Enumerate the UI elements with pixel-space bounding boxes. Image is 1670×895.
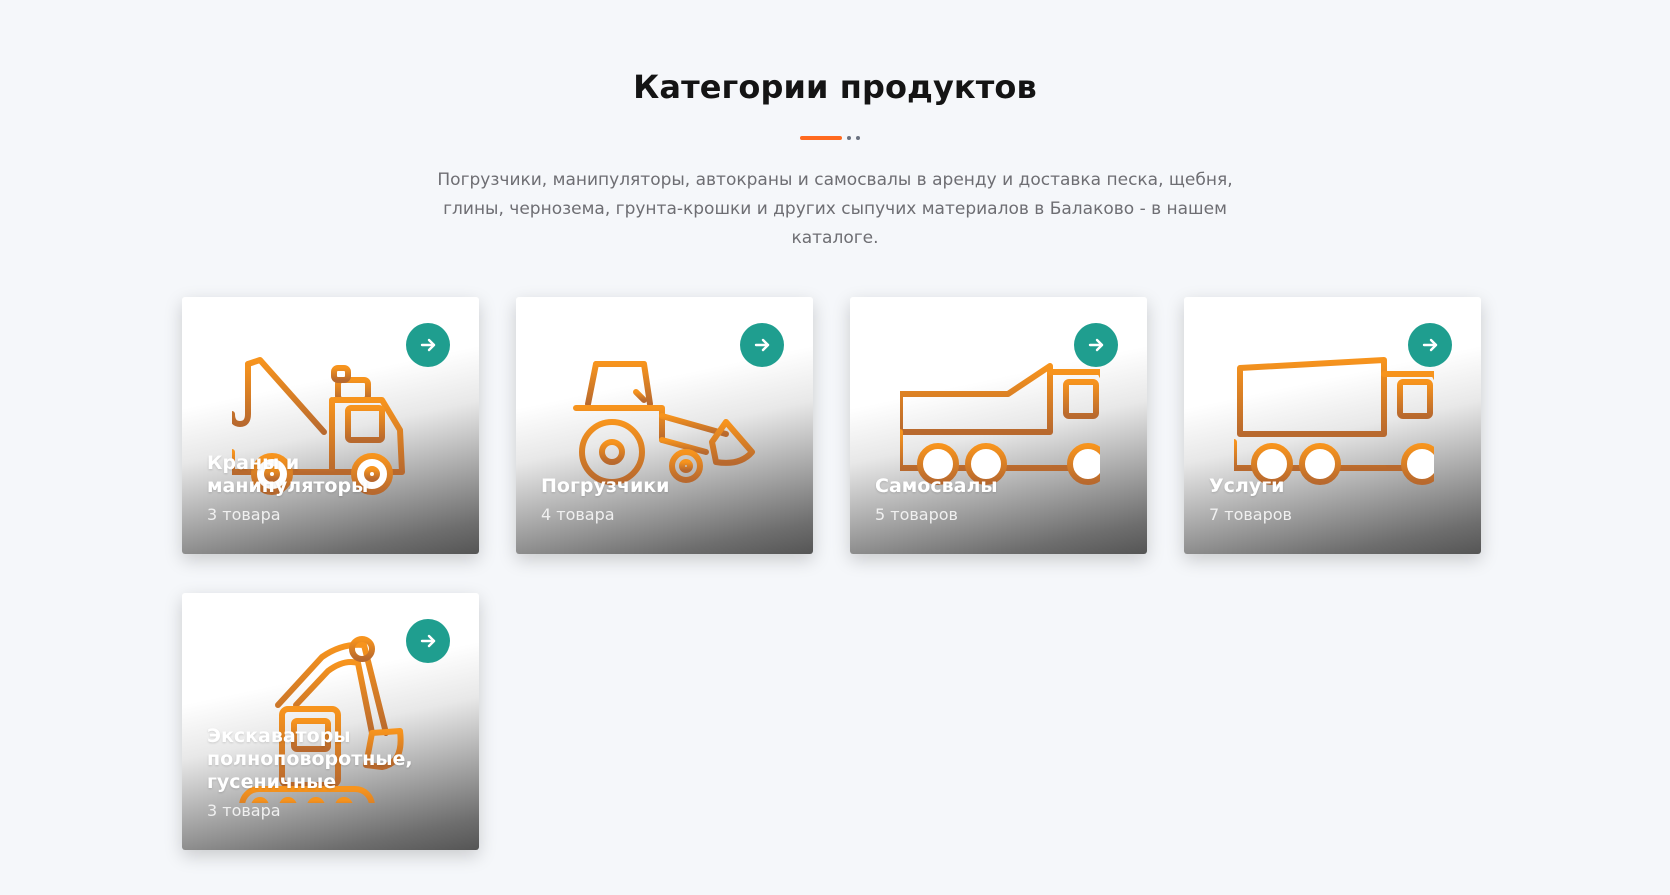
category-card-excavators[interactable]: Экскаваторы полноповоротные, гусеничные … [182,593,479,850]
open-category-button[interactable] [406,323,450,367]
open-category-button[interactable] [406,619,450,663]
category-title[interactable]: Погрузчики [541,475,791,498]
arrow-right-icon [754,338,770,352]
arrow-right-icon [420,634,436,648]
category-title[interactable]: Самосвалы [875,475,1125,498]
section-description: Погрузчики, манипуляторы, автокраны и са… [437,170,1233,248]
category-card-services[interactable]: Услуги 7 товаров [1184,297,1481,554]
arrow-right-icon [1088,338,1104,352]
open-category-button[interactable] [1074,323,1118,367]
open-category-button[interactable] [1408,323,1452,367]
category-count: 3 товара [207,505,281,524]
category-title[interactable]: Краны и манипуляторы [207,452,457,498]
section-title: Категории продуктов [633,68,1037,106]
category-count: 4 товара [541,505,615,524]
category-title[interactable]: Услуги [1209,475,1459,498]
divider-dot [847,136,851,140]
category-count: 5 товаров [875,505,958,524]
category-card-loaders[interactable]: Погрузчики 4 товара [516,297,813,554]
category-count: 3 товара [207,801,281,820]
category-card-dump-trucks[interactable]: Самосвалы 5 товаров [850,297,1147,554]
divider-bar [800,136,842,140]
open-category-button[interactable] [740,323,784,367]
category-title[interactable]: Экскаваторы полноповоротные, гусеничные [207,725,457,794]
arrow-right-icon [420,338,436,352]
title-divider [800,136,860,140]
arrow-right-icon [1422,338,1438,352]
category-card-cranes[interactable]: Краны и манипуляторы 3 товара [182,297,479,554]
divider-dot [856,136,860,140]
category-count: 7 товаров [1209,505,1292,524]
